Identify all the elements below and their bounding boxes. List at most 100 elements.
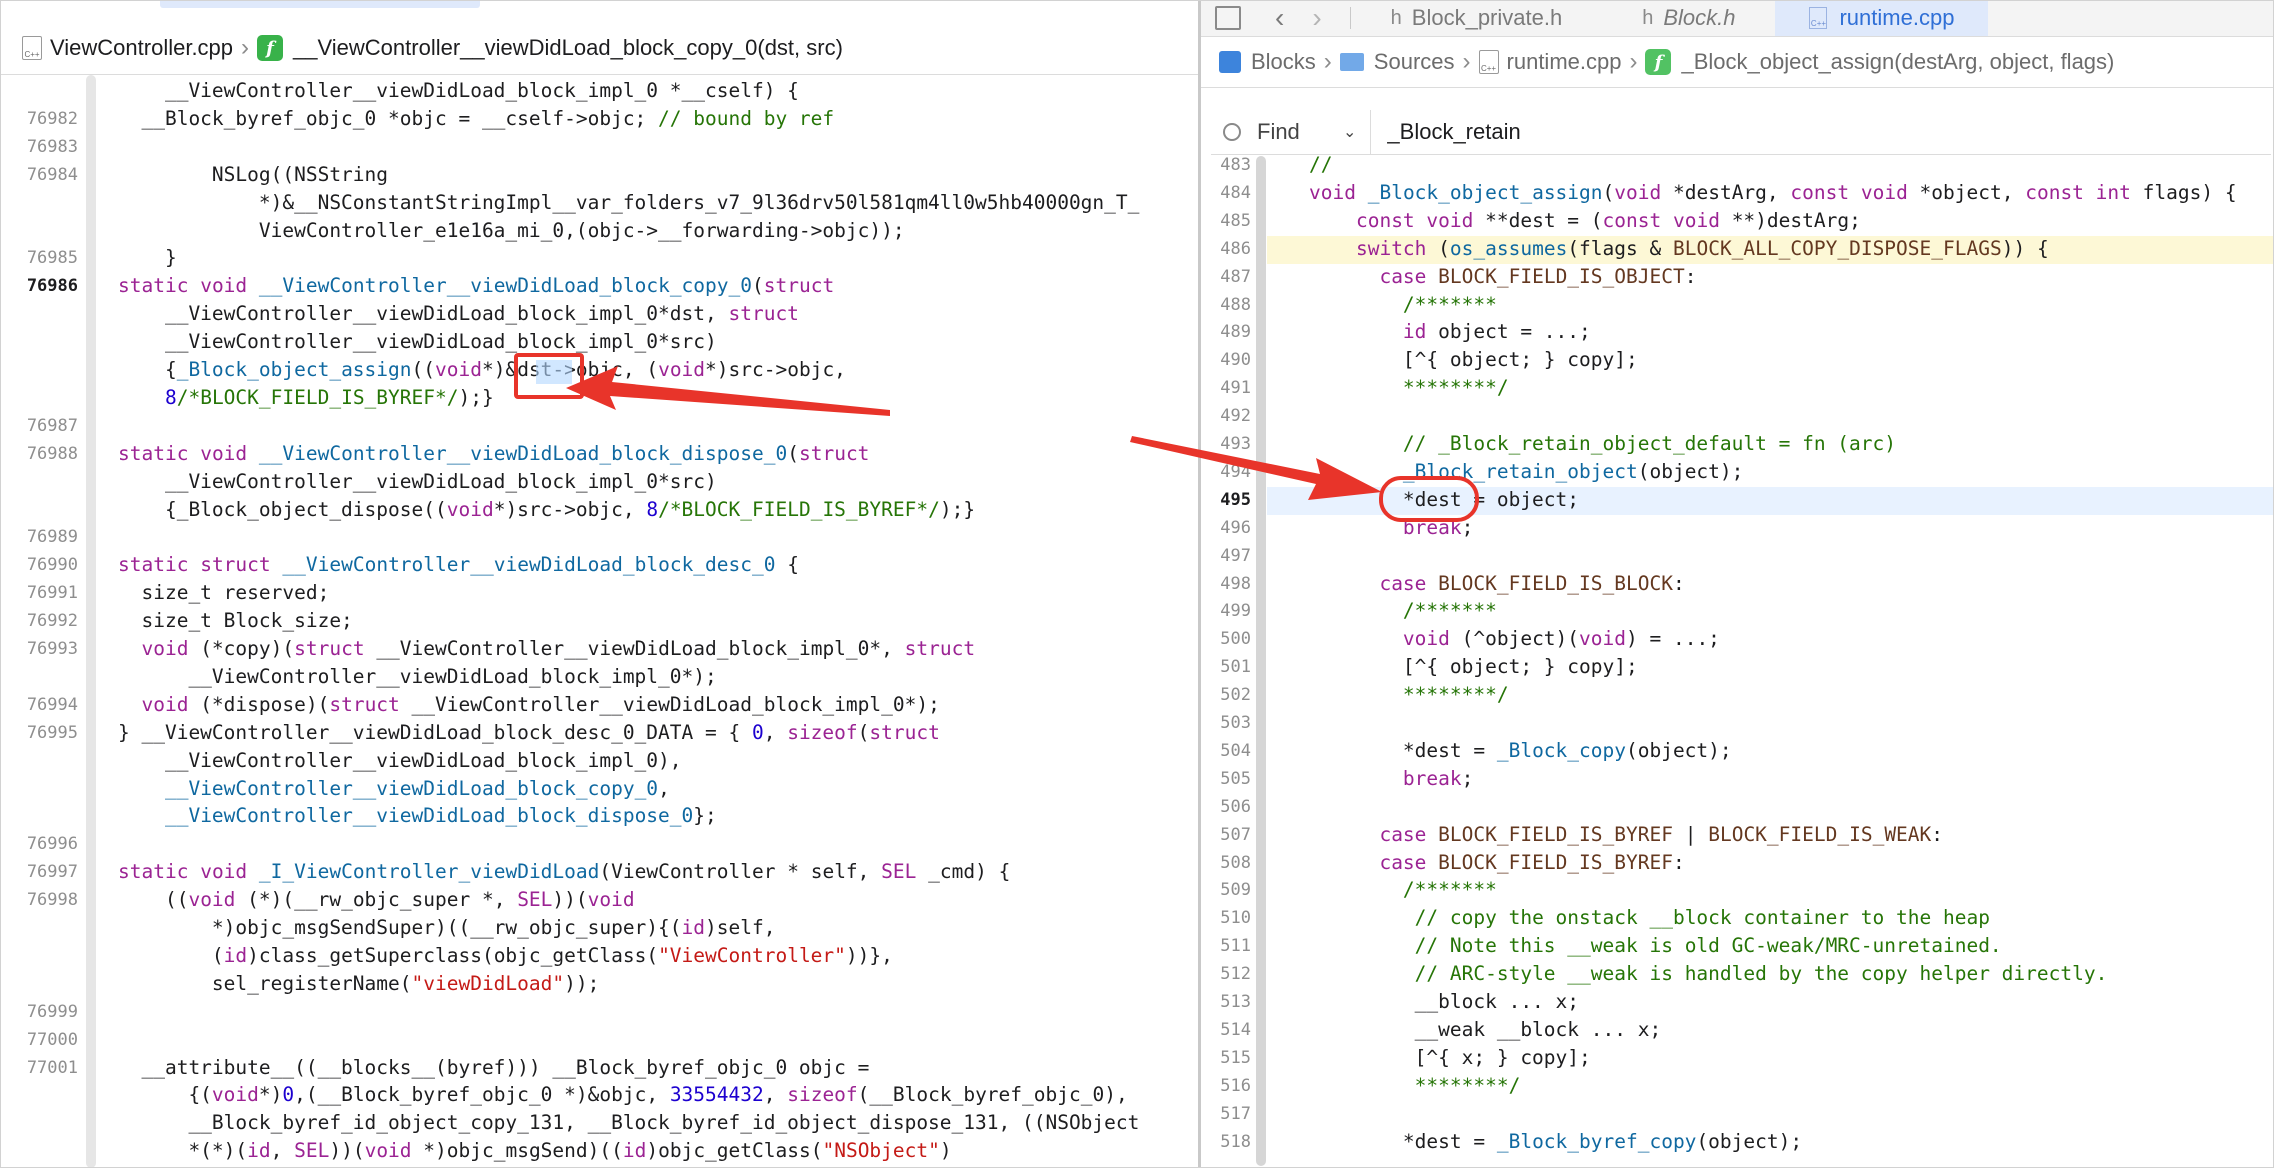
line-number: 513 (1220, 992, 1251, 1012)
line-number: 508 (1220, 852, 1251, 873)
code-line: // Note this __weak is old GC-weak/MRC-u… (1414, 934, 2002, 958)
code-line: ((void (*)(__rw_objc_super *, SEL))(void (118, 888, 635, 912)
jumpbar-file-item[interactable]: C++ ViewController.cpp (22, 35, 233, 61)
breadcrumb-project[interactable]: Blocks (1219, 49, 1316, 75)
function-icon: f (1645, 49, 1672, 75)
line-number: 505 (1220, 768, 1251, 789)
code-line: } (118, 246, 177, 270)
line-number: 489 (1220, 322, 1251, 343)
code-line: void (*dispose)(struct __ViewController_… (141, 692, 940, 716)
code-line: size_t Block_size; (118, 609, 353, 633)
tab-block-h[interactable]: h Block.h (1642, 5, 1735, 31)
line-number: 516 (1220, 1075, 1251, 1096)
code-line: *dest = _Block_copy(object); (1309, 738, 1732, 762)
line-number: 76992 (26, 611, 78, 632)
line-number: 506 (1220, 796, 1251, 817)
find-query-input[interactable]: _Block_retain (1387, 119, 1520, 145)
code-line: case BLOCK_FIELD_IS_OBJECT: (1379, 264, 1697, 288)
find-mode-select[interactable]: Find (1257, 119, 1337, 145)
line-number: 76995 (26, 722, 78, 743)
jumpbar-file-label: ViewController.cpp (50, 35, 234, 60)
breadcrumb-file[interactable]: C++ runtime.cpp (1478, 49, 1622, 75)
breadcrumb-function-label: _Block_object_assign(destArg, object, fl… (1681, 49, 2115, 74)
find-bar: Find ⌄ _Block_retain (1211, 110, 2271, 155)
right-code-area[interactable]: 483 // 484 void _Block_object_assign(void *… (1201, 153, 2274, 1168)
chevron-right-icon: › (1323, 48, 1332, 75)
code-line: [^{ object; } copy]; (1309, 655, 1638, 679)
code-line: } __ViewController__viewDidLoad_block_de… (118, 720, 940, 744)
function-icon: f (257, 35, 284, 61)
line-number: 500 (1220, 629, 1251, 650)
line-number: 486 (1220, 238, 1251, 259)
cpp-file-icon: C++ (1809, 7, 1828, 29)
code-line: __ViewController__viewDidLoad_block_impl… (118, 330, 717, 354)
line-number: 76997 (26, 862, 78, 883)
code-line: switch (os_assumes(flags & BLOCK_ALL_COP… (1355, 236, 2049, 260)
left-code-area[interactable]: __ViewController__viewDidLoad_block_impl… (0, 75, 1198, 1168)
code-line: ********/ (1309, 376, 1509, 400)
grid-icon[interactable] (1215, 6, 1241, 30)
chevron-right-icon: › (1629, 48, 1638, 75)
line-number: 487 (1220, 266, 1251, 287)
code-line: 8/*BLOCK_FIELD_IS_BYREF*/);} (164, 385, 494, 409)
chevron-down-icon[interactable]: ⌄ (1343, 122, 1356, 142)
line-number: 483 (1220, 155, 1251, 175)
jumpbar-function-item[interactable]: f __ViewController__viewDidLoad_block_co… (257, 35, 843, 61)
code-line: *)&__NSConstantStringImpl__var_folders_v… (118, 190, 1140, 214)
line-number: 76984 (26, 164, 78, 185)
code-line: /******* (1402, 599, 1497, 623)
code-line: __Block_byref_id_object_copy_131, __Bloc… (118, 1111, 1140, 1135)
code-line: __attribute__((__blocks__(byref))) __Blo… (118, 1055, 870, 1079)
code-line: case BLOCK_FIELD_IS_BYREF | BLOCK_FIELD_… (1379, 822, 1944, 846)
header-file-icon: h (1642, 6, 1654, 29)
line-number: 502 (1220, 685, 1251, 706)
code-line: __block ... x; (1309, 990, 1580, 1013)
find-divider (1370, 110, 1372, 154)
chevron-left-icon[interactable]: ‹ (1275, 2, 1284, 34)
line-number: 507 (1220, 824, 1251, 845)
annotation-arrow-left (566, 366, 890, 416)
code-line: __ViewController__viewDidLoad_block_copy… (164, 776, 670, 800)
line-number: 504 (1220, 740, 1251, 761)
header-file-icon: h (1390, 6, 1402, 29)
tab-label: Block.h (1663, 5, 1736, 30)
breadcrumb-function[interactable]: f _Block_object_assign(destArg, object, … (1645, 49, 2114, 75)
breadcrumb-file-label: runtime.cpp (1506, 49, 1622, 74)
code-line: void (*copy)(struct __ViewController__vi… (141, 637, 976, 660)
code-line: // (1309, 153, 1333, 176)
code-line: case BLOCK_FIELD_IS_BYREF: (1379, 850, 1685, 874)
right-editor-pane: ‹ › h Block_private.h h Block.h C++ runt… (1201, 0, 2274, 1168)
line-number: 76998 (26, 890, 78, 911)
code-line: /******* (1402, 878, 1497, 902)
line-number: 514 (1220, 1019, 1251, 1040)
code-line: {(void*)0,(__Block_byref_objc_0 *)&objc,… (118, 1083, 1128, 1107)
code-line: static void __ViewController__viewDidLoa… (118, 274, 835, 298)
tab-runtime-cpp[interactable]: C++ runtime.cpp (1775, 0, 1989, 36)
line-number: 76982 (26, 108, 78, 129)
breadcrumb-folder[interactable]: Sources (1339, 49, 1455, 75)
line-number: 76983 (26, 136, 78, 157)
cpp-file-icon: C++ (22, 36, 42, 60)
line-number: 76985 (26, 248, 78, 269)
code-line: *dest = _Block_byref_copy(object); (1309, 1129, 1803, 1153)
code-line: NSLog((NSString (118, 162, 389, 186)
line-number: 503 (1220, 713, 1251, 733)
line-number: 512 (1220, 964, 1251, 985)
line-number: 511 (1220, 936, 1251, 957)
line-number: 499 (1220, 601, 1251, 622)
breadcrumb-folder-label: Sources (1373, 49, 1455, 74)
chevron-right-icon[interactable]: › (1312, 2, 1321, 34)
line-number: 77001 (26, 1057, 78, 1078)
line-number: 76999 (26, 1001, 78, 1022)
code-line: break; (1402, 766, 1474, 790)
jumpbar-function-label: __ViewController__viewDidLoad_block_copy… (293, 35, 843, 60)
code-line: __ViewController__viewDidLoad_block_disp… (164, 804, 717, 828)
code-line: [^{ x; } copy]; (1309, 1045, 1591, 1069)
line-number: 488 (1220, 294, 1251, 315)
tab-block-private-h[interactable]: h Block_private.h (1391, 5, 1563, 31)
code-line: ViewController_e1e16a_mi_0,(objc->__forw… (118, 218, 905, 242)
left-jump-bar: C++ ViewController.cpp › f __ViewControl… (0, 22, 1198, 75)
left-tab-stub[interactable] (160, 0, 480, 8)
line-number: 501 (1220, 657, 1251, 678)
code-line: // ARC-style __weak is handled by the co… (1414, 962, 2108, 986)
